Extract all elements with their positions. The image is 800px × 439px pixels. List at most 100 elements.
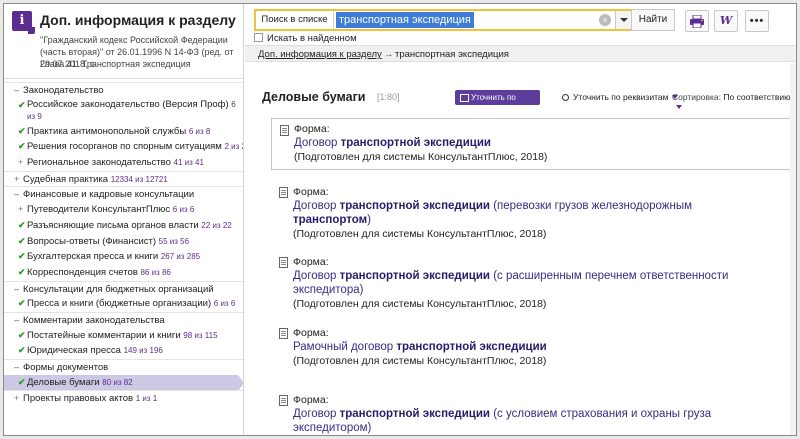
check-icon: ✔ <box>18 251 26 262</box>
tree-item-count: 55 из 56 <box>158 236 190 246</box>
tree-item-label: Консультации для бюджетных организаций <box>23 283 214 295</box>
tree-group-row[interactable]: – Комментарии законодательства <box>4 311 243 329</box>
tree-item-row[interactable]: ✔Разъясняющие письма органов власти 22 и… <box>4 218 243 234</box>
print-button[interactable] <box>685 10 709 32</box>
breadcrumb-link[interactable]: Доп. информация к разделу <box>258 47 382 62</box>
tree-item-count: 2 из 2 <box>224 142 244 152</box>
result-item[interactable]: Форма: Договор транспортной экспедиции (с… <box>271 394 791 435</box>
query-match-highlight: транспортной экспедиции <box>339 200 491 212</box>
tree-item-label: Корреспонденция счетов <box>27 266 138 278</box>
tree-item-count: 41 из 41 <box>173 158 204 168</box>
tree-group-row[interactable]: – Финансовые и кадровые консультации <box>4 186 243 203</box>
tree-item-count: 6 из 6 <box>172 205 195 215</box>
tree-group-row[interactable]: – Консультации для бюджетных организаций <box>4 280 243 298</box>
printer-icon <box>690 14 704 29</box>
tree-group-row[interactable]: + Проекты правовых актов 1 из 1 <box>4 390 243 407</box>
result-item[interactable]: Форма: Договор транспортной экспедиции (п… <box>271 186 791 241</box>
clear-icon[interactable]: × <box>599 14 611 26</box>
tree-item-row[interactable]: + Путеводители КонсультантПлюс 6 из 6 <box>4 202 243 218</box>
result-title-link[interactable]: Договор транспортной экспедиции <box>294 136 764 150</box>
search-history-dropdown-button[interactable] <box>615 11 631 29</box>
check-icon: ✔ <box>18 219 26 230</box>
tree-item-row[interactable]: + Региональное законодательство 41 из 41 <box>4 155 243 171</box>
document-icon <box>279 395 288 406</box>
refine-by-attributes-button[interactable]: Уточнить по реквизитам <box>562 92 679 102</box>
search-icon <box>562 94 569 101</box>
divider <box>4 78 243 79</box>
result-type: Форма: <box>293 256 329 268</box>
result-title-link[interactable]: Договор транспортной экспедиции (с услов… <box>293 407 763 435</box>
tree-item-label: Пресса и книги (бюджетные организации) <box>27 298 212 310</box>
tree-item-count: 22 из 22 <box>201 220 232 230</box>
expand-icon[interactable]: + <box>14 391 23 407</box>
refine-by-attributes-label: Уточнить по реквизитам <box>573 92 669 102</box>
search-in-found-checkbox[interactable]: Искать в найденном <box>254 33 357 44</box>
collapse-icon[interactable]: – <box>14 282 23 298</box>
tree-item-row[interactable]: ✔Решения госорганов по спорным ситуациям… <box>4 139 244 155</box>
result-title-link[interactable]: Договор транспортной экспедиции (перевоз… <box>293 199 763 227</box>
tree-item-count: 1 из 1 <box>135 394 158 404</box>
tree-group-row[interactable]: – Законодательство <box>4 82 243 99</box>
tree-group-row[interactable]: + Судебная практика 12334 из 12721 <box>4 170 243 188</box>
tree-item-row[interactable]: ✔Деловые бумаги 80 из 82 <box>4 374 243 391</box>
sort-label: Сортировка: <box>672 92 722 102</box>
tree-item-row[interactable]: ✔Корреспонденция счетов 86 из 86 <box>4 265 243 281</box>
results-panel: Деловые бумаги [1:80] Уточнить по норме … <box>245 63 796 435</box>
result-title-text: Рамочный договор <box>293 341 397 353</box>
result-item[interactable]: Форма: Рамочный договор транспортной эксп… <box>271 327 791 368</box>
tree-item-row[interactable]: ✔Российское законодательство (Версия Про… <box>4 98 243 124</box>
result-source: (Подготовлен для системы КонсультантПлюс… <box>293 355 547 367</box>
result-source: (Подготовлен для системы КонсультантПлюс… <box>293 298 547 310</box>
search-input[interactable]: транспортная экспедиция <box>336 12 616 28</box>
breadcrumb: Доп. информация к разделу → транспортная… <box>245 45 796 62</box>
tree-item-count: 86 из 86 <box>140 267 171 277</box>
tree-item-label: Российское законодательство (Версия Проф… <box>27 98 229 110</box>
search-mode-label[interactable]: Поиск в списке <box>256 11 334 29</box>
expand-icon[interactable]: + <box>18 155 27 171</box>
search-box: Поиск в списке транспортная экспедиция ×… <box>254 9 675 31</box>
results-range: [1:80] <box>377 92 400 102</box>
find-button[interactable]: Найти <box>631 9 675 31</box>
tree-item-row[interactable]: ✔Вопросы-ответы (Финансист) 55 из 56 <box>4 234 243 250</box>
tree-item-label: Решения госорганов по спорным ситуациям <box>27 141 222 153</box>
search-query-text[interactable]: транспортная экспедиция <box>336 12 474 28</box>
collapse-icon[interactable]: – <box>14 83 23 99</box>
result-type: Форма: <box>293 186 329 198</box>
result-item[interactable]: Форма: Договор транспортной экспедиции (с… <box>271 256 791 311</box>
tree-item-row[interactable]: ✔Бухгалтерская пресса и книги 267 из 285 <box>4 249 243 265</box>
check-icon: ✔ <box>18 376 26 387</box>
tree-item-row[interactable]: ✔Юридическая пресса 149 из 196 <box>4 343 243 359</box>
checkbox-icon[interactable] <box>254 33 263 42</box>
scrollbar[interactable] <box>790 63 796 435</box>
result-type: Форма: <box>294 123 330 135</box>
collapse-icon[interactable]: – <box>14 187 23 203</box>
tree-item-row[interactable]: ✔Пресса и книги (бюджетные организации) … <box>4 296 243 312</box>
collapse-icon[interactable]: – <box>14 360 23 376</box>
export-word-button[interactable]: W <box>714 10 738 32</box>
chapter-label: Глава 41. Транспортная экспедиция <box>40 59 191 69</box>
tree-group-row[interactable]: – Формы документов <box>4 359 243 376</box>
check-icon: ✔ <box>18 329 26 340</box>
tree-item-row[interactable]: ✔Практика антимонопольной службы 6 из 8 <box>4 124 243 140</box>
tree-item-label: Юридическая пресса <box>27 345 121 357</box>
collapse-icon[interactable]: – <box>14 313 23 329</box>
document-icon <box>280 125 289 136</box>
tree-item-row[interactable]: ✔Постатейные комментарии и книги 98 из 1… <box>4 328 243 344</box>
sort-selector[interactable]: Сортировка: По соответствию <box>672 92 792 112</box>
check-icon: ✔ <box>18 235 26 246</box>
tree-item-label: Региональное законодательство <box>27 157 171 169</box>
results-title: Деловые бумаги <box>262 90 366 104</box>
sort-value[interactable]: По соответствию <box>723 92 790 102</box>
check-icon: ✔ <box>18 125 26 136</box>
more-button[interactable]: ••• <box>745 10 769 32</box>
result-title-link[interactable]: Договор транспортной экспедиции (с расши… <box>293 269 763 297</box>
expand-icon[interactable]: + <box>18 202 27 218</box>
tree-item-count: 12334 из 12721 <box>110 174 168 184</box>
check-icon: ✔ <box>18 99 26 110</box>
result-title-link[interactable]: Рамочный договор транспортной экспедиции <box>293 340 763 354</box>
refine-by-norm-button[interactable]: Уточнить по норме <box>455 90 540 117</box>
result-item[interactable]: Форма: Договор транспортной экспедиции (По… <box>271 118 793 170</box>
document-icon <box>279 328 288 339</box>
query-match-highlight: транспортом <box>293 214 368 226</box>
expand-icon[interactable]: + <box>14 172 23 188</box>
